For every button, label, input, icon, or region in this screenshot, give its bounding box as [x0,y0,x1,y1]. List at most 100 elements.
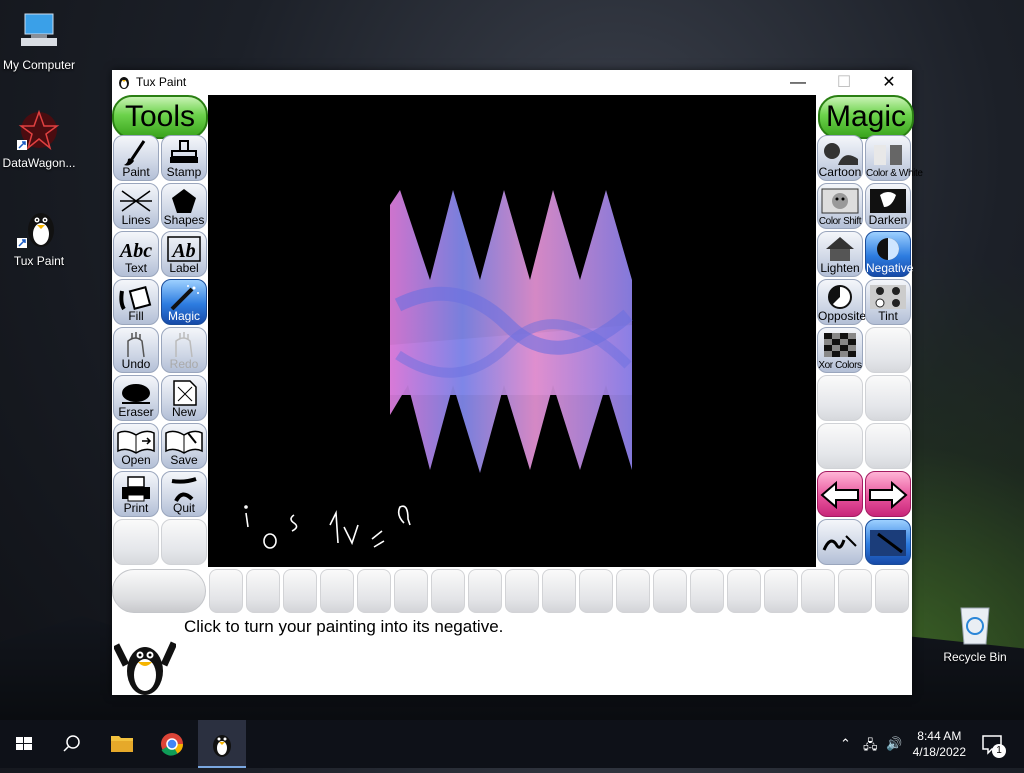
magic-negative-button[interactable]: Negative [865,231,913,277]
magic-cartoon-button[interactable]: Cartoon [817,135,863,181]
tool-text-button[interactable]: Abc Text [113,231,159,277]
color-swatch[interactable] [431,569,465,613]
tool-shapes-button[interactable]: Shapes [161,183,207,229]
tool-lines-button[interactable]: Lines [113,183,159,229]
clock-time: 8:44 AM [917,729,962,743]
tool-quit-button[interactable]: Quit [161,471,207,517]
magic-color-shift-button[interactable]: Color Shift [817,183,863,229]
tool-save-button[interactable]: Save [161,423,207,469]
notification-center-button[interactable]: 1 [980,732,1006,758]
save-book-icon [162,427,206,455]
magic-label: Color & White [866,168,923,179]
tool-new-button[interactable]: New [161,375,207,421]
minimize-button[interactable]: — [775,70,821,95]
tool-undo-button[interactable]: Undo [113,327,159,373]
magic-fullscreen-mode-button[interactable] [865,519,911,565]
show-hidden-icons[interactable]: ⌃ [840,736,851,752]
network-icon[interactable]: 🖧 [863,736,878,758]
arrow-right-icon [866,480,910,510]
color-swatch[interactable] [542,569,576,613]
search-button[interactable] [48,720,96,768]
magic-opposite-button[interactable]: Opposite [817,279,866,325]
magic-lighten-button[interactable]: Lighten [817,231,863,277]
magic-label: Tint [878,309,898,323]
taskbar: ⌃ 🖧 🔊 8:44 AM 4/18/2022 1 [0,720,1024,768]
tint-faces-icon [866,283,910,311]
color-swatch[interactable] [801,569,835,613]
tool-label: Eraser [118,405,154,419]
color-swatch[interactable] [246,569,280,613]
tool-label: Text [124,261,147,275]
magic-tint-button[interactable]: Tint [865,279,911,325]
tool-label: Quit [172,501,195,515]
magic-darken-button[interactable]: Darken [865,183,911,229]
magic-label: Xor Colors [818,360,862,371]
tux-penguin-icon [213,735,231,757]
tool-label-button[interactable]: Ab Label [161,231,207,277]
color-swatch[interactable] [875,569,909,613]
volume-icon[interactable]: 🔊 [886,736,902,752]
eraser-icon [114,379,158,407]
color-swatch[interactable] [320,569,354,613]
fullscreen-wand-icon [866,528,910,556]
tool-stamp-button[interactable]: Stamp [161,135,207,181]
color-swatch[interactable] [838,569,872,613]
color-swatch[interactable] [616,569,650,613]
arrow-left-icon [818,480,862,510]
taskbar-tux-paint[interactable] [198,720,246,768]
color-swatch[interactable] [283,569,317,613]
drawing-canvas[interactable] [208,95,816,567]
taskbar-chrome[interactable] [148,720,196,768]
tool-fill-button[interactable]: Fill [113,279,159,325]
desktop-icon-datawagon[interactable]: DataWagon... [0,108,84,170]
tool-open-button[interactable]: Open [113,423,159,469]
magic-prev-button[interactable] [817,471,863,517]
tux-paint-window: Tux Paint — ☐ ✕ Tools Paint Stamp Lines … [112,70,923,695]
color-swatch[interactable] [727,569,761,613]
tool-label: Lines [121,213,151,227]
start-button[interactable] [0,720,48,768]
chrome-icon [161,733,183,756]
color-swatch[interactable] [357,569,391,613]
text-abc-icon: Abc [114,235,158,263]
taskbar-clock[interactable]: 8:44 AM 4/18/2022 [913,728,966,760]
magic-color-white-button[interactable]: Color & White [865,135,923,181]
tool-magic-button[interactable]: Magic [161,279,207,325]
tux-penguin-icon [17,206,61,250]
color-swatch[interactable] [209,569,243,613]
close-button[interactable]: ✕ [866,70,912,95]
tool-eraser-button[interactable]: Eraser [113,375,159,421]
magic-next-button[interactable] [865,471,911,517]
color-swatch[interactable] [505,569,539,613]
tool-print-button[interactable]: Print [113,471,159,517]
window-titlebar[interactable]: Tux Paint — ☐ ✕ [112,70,912,95]
color-swatch[interactable] [764,569,798,613]
lighten-house-icon [818,235,862,263]
desktop-icon-label: My Computer [2,58,76,72]
tool-paint-button[interactable]: Paint [113,135,159,181]
svg-text:Ab: Ab [170,240,195,262]
magic-xor-colors-button[interactable]: Xor Colors [817,327,863,373]
tool-redo-button[interactable]: Redo [161,327,207,373]
magic-header: Magic [818,95,914,139]
svg-text:Abc: Abc [118,240,152,262]
current-color-swatch[interactable] [112,569,206,613]
tool-label: New [171,405,196,419]
color-swatch[interactable] [394,569,428,613]
clock-date: 4/18/2022 [912,745,966,759]
opposite-icon [818,283,862,311]
quit-x-icon [162,475,206,503]
maximize-button[interactable]: ☐ [821,70,867,95]
color-swatch[interactable] [690,569,724,613]
desktop-icon-tux-paint[interactable]: Tux Paint [0,206,84,268]
search-icon [63,735,80,752]
color-swatch[interactable] [653,569,687,613]
color-swatch[interactable] [579,569,613,613]
redo-hand-icon [162,331,206,359]
magic-paint-mode-button[interactable] [817,519,863,565]
color-swatch[interactable] [468,569,502,613]
taskbar-file-explorer[interactable] [98,720,146,768]
desktop-icon-my-computer[interactable]: My Computer [0,10,84,72]
tool-label: Redo [169,357,199,371]
desktop-icon-recycle-bin[interactable]: Recycle Bin [930,602,1020,664]
